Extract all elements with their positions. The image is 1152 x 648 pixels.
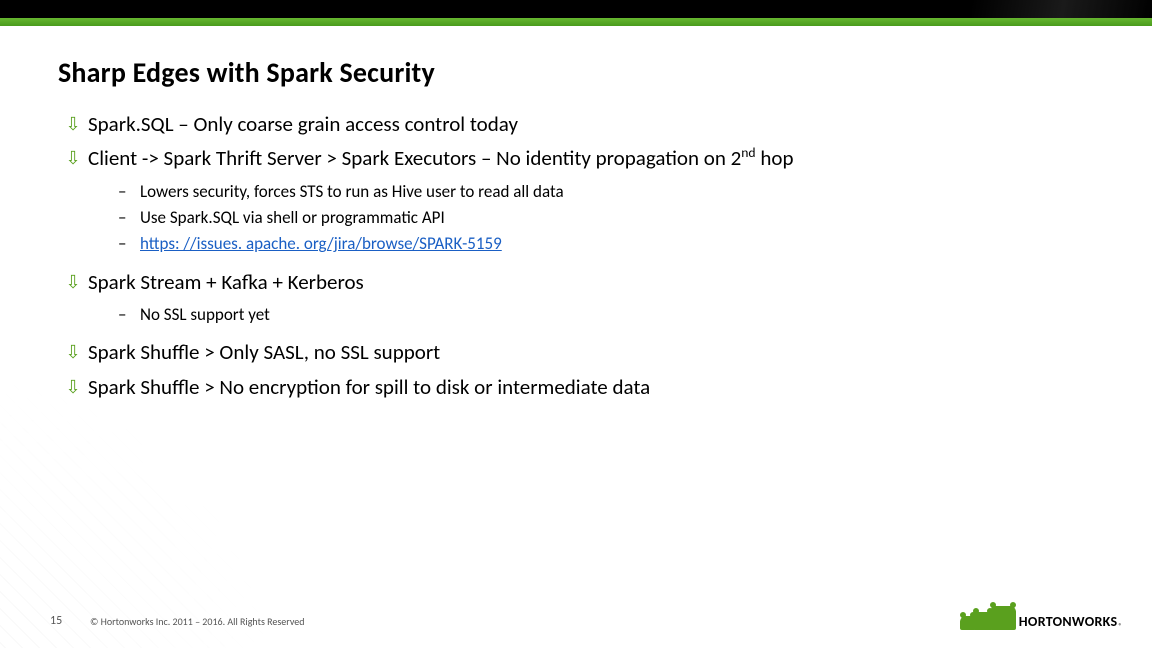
dash-icon: – xyxy=(118,231,140,257)
sub-bullet-item: – No SSL support yet xyxy=(118,302,1112,328)
sub-bullet-text: Lowers security, forces STS to run as Hi… xyxy=(140,179,1112,205)
registered-mark: ® xyxy=(1118,621,1122,630)
bullet-text-pre: Client -> Spark Thrift Server > Spark Ex… xyxy=(88,145,741,171)
dash-icon: – xyxy=(118,179,140,205)
bullet-item: ⇩ Spark Shuffle > No encryption for spil… xyxy=(58,373,1112,401)
arrow-bullet-icon: ⇩ xyxy=(58,146,88,170)
bullet-text-post: hop xyxy=(756,145,794,171)
slide-title: Sharp Edges with Spark Security xyxy=(58,55,435,90)
sub-bullet-item: – https: //issues. apache. org/jira/brow… xyxy=(118,231,1112,257)
bullet-item: ⇩ Spark Shuffle > Only SASL, no SSL supp… xyxy=(58,338,1112,366)
slide-content: ⇩ Spark.SQL – Only coarse grain access c… xyxy=(58,110,1112,407)
sub-bullet-text: Use Spark.SQL via shell or programmatic … xyxy=(140,205,1112,231)
bullet-text: Spark Shuffle > Only SASL, no SSL suppor… xyxy=(88,338,1112,366)
sub-bullet-text: No SSL support yet xyxy=(140,302,1112,328)
bullet-text: Spark Stream + Kafka + Kerberos xyxy=(88,268,1112,296)
arrow-bullet-icon: ⇩ xyxy=(58,375,88,399)
header-gloss xyxy=(972,0,1152,26)
jira-link[interactable]: https: //issues. apache. org/jira/browse… xyxy=(140,233,502,254)
bullet-text: Spark Shuffle > No encryption for spill … xyxy=(88,373,1112,401)
bullet-item: ⇩ Client -> Spark Thrift Server > Spark … xyxy=(58,144,1112,172)
arrow-bullet-icon: ⇩ xyxy=(58,112,88,136)
sub-bullet-link: https: //issues. apache. org/jira/browse… xyxy=(140,231,1112,257)
dash-icon: – xyxy=(118,302,140,328)
copyright-text: © Hortonworks Inc. 2011 – 2016. All Righ… xyxy=(90,615,304,628)
sub-bullet-list: – Lowers security, forces STS to run as … xyxy=(118,179,1112,258)
dash-icon: – xyxy=(118,205,140,231)
bullet-text: Client -> Spark Thrift Server > Spark Ex… xyxy=(88,144,1112,172)
sub-bullet-item: – Lowers security, forces STS to run as … xyxy=(118,179,1112,205)
bullet-text: Spark.SQL – Only coarse grain access con… xyxy=(88,110,1112,138)
arrow-bullet-icon: ⇩ xyxy=(58,340,88,364)
sub-bullet-list: – No SSL support yet xyxy=(118,302,1112,328)
sub-bullet-item: – Use Spark.SQL via shell or programmati… xyxy=(118,205,1112,231)
header-bar xyxy=(0,0,1152,26)
slide-footer: 15 © Hortonworks Inc. 2011 – 2016. All R… xyxy=(0,598,1152,628)
hortonworks-logo: HORTONWORKS® xyxy=(960,606,1122,630)
logo-text: HORTONWORKS xyxy=(1019,613,1118,630)
bullet-item: ⇩ Spark Stream + Kafka + Kerberos xyxy=(58,268,1112,296)
ordinal-suffix: nd xyxy=(741,144,755,161)
arrow-bullet-icon: ⇩ xyxy=(58,270,88,294)
elephant-icon xyxy=(960,606,1013,630)
bullet-item: ⇩ Spark.SQL – Only coarse grain access c… xyxy=(58,110,1112,138)
page-number: 15 xyxy=(50,614,62,628)
